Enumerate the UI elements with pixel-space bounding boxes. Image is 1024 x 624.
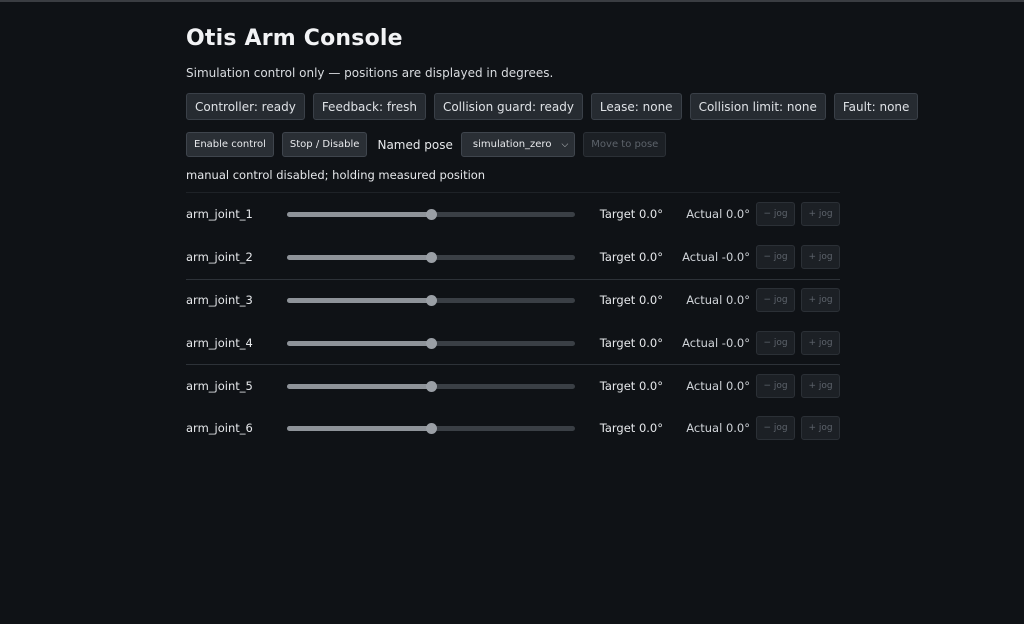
jog-minus-button[interactable]: − jog	[756, 374, 795, 399]
joint-slider[interactable]	[287, 208, 575, 221]
slider-fill	[287, 255, 431, 261]
jog-plus-button[interactable]: + jog	[801, 202, 840, 227]
joint-name: arm_joint_5	[186, 379, 253, 394]
move-to-pose-button[interactable]: Move to pose	[583, 132, 667, 157]
status-pill-fault: Fault: none	[833, 93, 919, 120]
joint-name: arm_joint_2	[186, 250, 253, 265]
named-pose-value: simulation_zero	[472, 139, 552, 150]
joint-actual: Actual 0.0°	[686, 421, 750, 436]
jog-minus-button[interactable]: − jog	[756, 330, 795, 355]
console-panel: Otis Arm Console Simulation control only…	[186, 26, 919, 450]
jog-plus-button[interactable]: + jog	[801, 330, 840, 355]
joint-target: Target 0.0°	[599, 207, 663, 222]
joint-row-5: arm_joint_5 Target 0.0° Actual 0.0° − jo…	[186, 364, 840, 407]
slider-fill	[287, 298, 431, 304]
page-title: Otis Arm Console	[186, 26, 403, 51]
jog-plus-button[interactable]: + jog	[801, 374, 840, 399]
control-row: Enable control Stop / Disable Named pose…	[186, 132, 840, 157]
joint-slider[interactable]	[287, 337, 575, 349]
named-pose-label: Named pose	[377, 137, 453, 152]
joint-slider[interactable]	[287, 294, 575, 307]
joint-slider[interactable]	[287, 422, 575, 435]
joint-row-3: arm_joint_3 Target 0.0° Actual 0.0° − jo…	[186, 278, 840, 322]
joint-target: Target 0.0°	[599, 379, 663, 394]
slider-fill	[287, 426, 431, 432]
slider-thumb[interactable]	[425, 381, 437, 393]
joint-row-4: arm_joint_4 Target 0.0° Actual -0.0° − j…	[186, 321, 840, 364]
jog-plus-button[interactable]: + jog	[801, 416, 840, 441]
enable-control-button[interactable]: Enable control	[186, 132, 274, 157]
joint-list: arm_joint_1 Target 0.0° Actual 0.0° − jo…	[186, 192, 840, 450]
joint-actual: Actual -0.0°	[682, 250, 750, 265]
named-pose-select[interactable]: simulation_zero ⌵	[460, 132, 576, 157]
stop-disable-button[interactable]: Stop / Disable	[281, 132, 368, 157]
joint-name: arm_joint_6	[186, 421, 253, 436]
slider-fill	[287, 340, 431, 346]
joint-actual: Actual 0.0°	[686, 293, 750, 308]
joint-target: Target 0.0°	[599, 250, 663, 265]
status-pill-lease: Lease: none	[590, 93, 682, 120]
joint-name: arm_joint_3	[186, 293, 253, 308]
joint-slider[interactable]	[287, 380, 575, 393]
slider-thumb[interactable]	[425, 295, 437, 307]
joint-row-1: arm_joint_1 Target 0.0° Actual 0.0° − jo…	[186, 193, 840, 236]
subtitle: Simulation control only — positions are …	[186, 66, 554, 80]
jog-minus-button[interactable]: − jog	[756, 202, 795, 227]
joint-name: arm_joint_1	[186, 207, 253, 222]
jog-plus-button[interactable]: + jog	[801, 245, 840, 270]
chevron-down-icon: ⌵	[561, 139, 569, 150]
status-message: manual control disabled; holding measure…	[186, 168, 486, 182]
slider-thumb[interactable]	[425, 209, 437, 221]
status-pill-controller: Controller: ready	[186, 93, 305, 120]
jog-minus-button[interactable]: − jog	[756, 416, 795, 441]
slider-fill	[287, 384, 431, 390]
jog-minus-button[interactable]: − jog	[756, 245, 795, 270]
joint-row-6: arm_joint_6 Target 0.0° Actual 0.0° − jo…	[186, 407, 840, 450]
joint-row-2: arm_joint_2 Target 0.0° Actual -0.0° − j…	[186, 236, 840, 279]
slider-thumb[interactable]	[425, 337, 437, 349]
slider-thumb[interactable]	[425, 252, 437, 264]
slider-thumb[interactable]	[425, 423, 437, 435]
status-pill-feedback: Feedback: fresh	[312, 93, 426, 120]
status-pill-collision-limit: Collision limit: none	[689, 93, 826, 120]
slider-fill	[287, 212, 431, 218]
joint-target: Target 0.0°	[599, 293, 663, 308]
joint-actual: Actual 0.0°	[686, 207, 750, 222]
joint-actual: Actual -0.0°	[682, 335, 750, 350]
joint-target: Target 0.0°	[599, 335, 663, 350]
joint-target: Target 0.0°	[599, 421, 663, 436]
jog-minus-button[interactable]: − jog	[756, 288, 795, 313]
joint-actual: Actual 0.0°	[686, 379, 750, 394]
joint-name: arm_joint_4	[186, 335, 253, 350]
joint-slider[interactable]	[287, 251, 575, 264]
jog-plus-button[interactable]: + jog	[801, 288, 840, 313]
status-pill-collision-guard: Collision guard: ready	[433, 93, 583, 120]
status-row: Controller: ready Feedback: fresh Collis…	[186, 93, 919, 120]
